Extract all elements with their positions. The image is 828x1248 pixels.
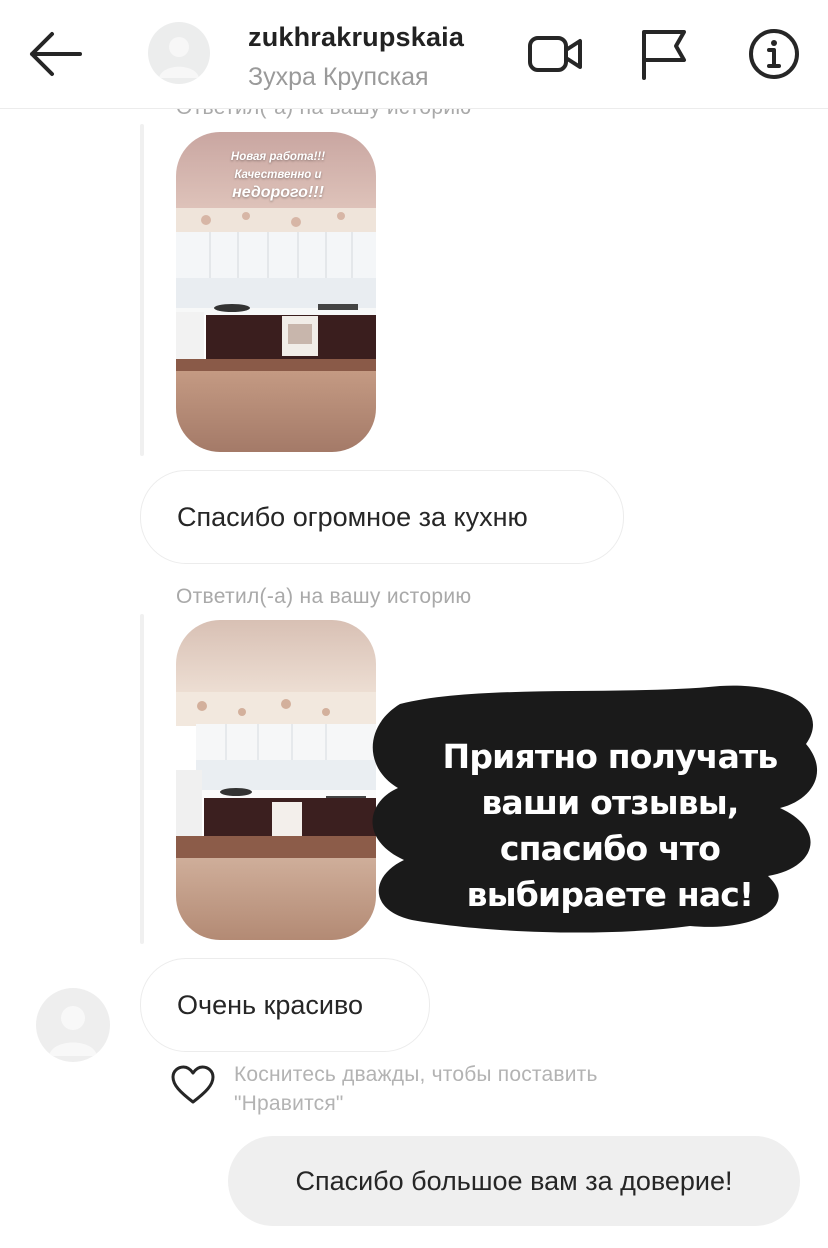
hint-line: Коснитесь дважды, чтобы поставить	[234, 1063, 598, 1086]
back-arrow-icon[interactable]	[22, 26, 86, 82]
story-caption-line: Новая работа!!!	[230, 151, 326, 163]
story-reply-label: Ответил(-а) на вашу историю	[176, 585, 472, 608]
video-camera-icon[interactable]	[524, 26, 588, 82]
story-caption: Новая работа!!! Качественно и недорого!!…	[200, 148, 356, 202]
message-text: Очень красиво	[177, 989, 364, 1020]
story-caption-line: недорого!!!	[232, 184, 324, 201]
username[interactable]: zukhrakrupskaia	[248, 22, 464, 53]
hint-line: "Нравится"	[234, 1092, 344, 1115]
message-text: Спасибо огромное за кухню	[177, 501, 528, 532]
message-bubble[interactable]: Очень красиво	[140, 958, 430, 1052]
message-text: Спасибо большое вам за доверие!	[295, 1165, 733, 1196]
user-placeholder-icon	[159, 37, 199, 78]
heart-icon[interactable]	[170, 1064, 216, 1106]
sender-avatar[interactable]	[36, 988, 110, 1062]
double-tap-hint: Коснитесь дважды, чтобы поставить "Нрави…	[234, 1060, 598, 1118]
message-bubble[interactable]: Спасибо огромное за кухню	[140, 470, 624, 564]
avatar[interactable]	[148, 22, 210, 84]
flag-icon[interactable]	[632, 26, 696, 82]
reply-rail	[140, 124, 144, 456]
my-message-bubble[interactable]: Спасибо большое вам за доверие!	[228, 1136, 800, 1226]
story-caption-line: Качественно и	[234, 169, 322, 181]
kitchen-photo	[176, 620, 376, 940]
chat-header: zukhrakrupskaia Зухра Крупская	[0, 0, 828, 108]
header-divider	[0, 108, 828, 109]
user-placeholder-icon	[49, 1006, 97, 1056]
info-icon[interactable]	[742, 26, 806, 82]
full-name: Зухра Крупская	[248, 63, 429, 91]
story-thumbnail[interactable]	[176, 620, 376, 940]
overlay-text: Приятно получать ваши отзывы, спасибо чт…	[442, 737, 779, 914]
reply-rail	[140, 614, 144, 944]
